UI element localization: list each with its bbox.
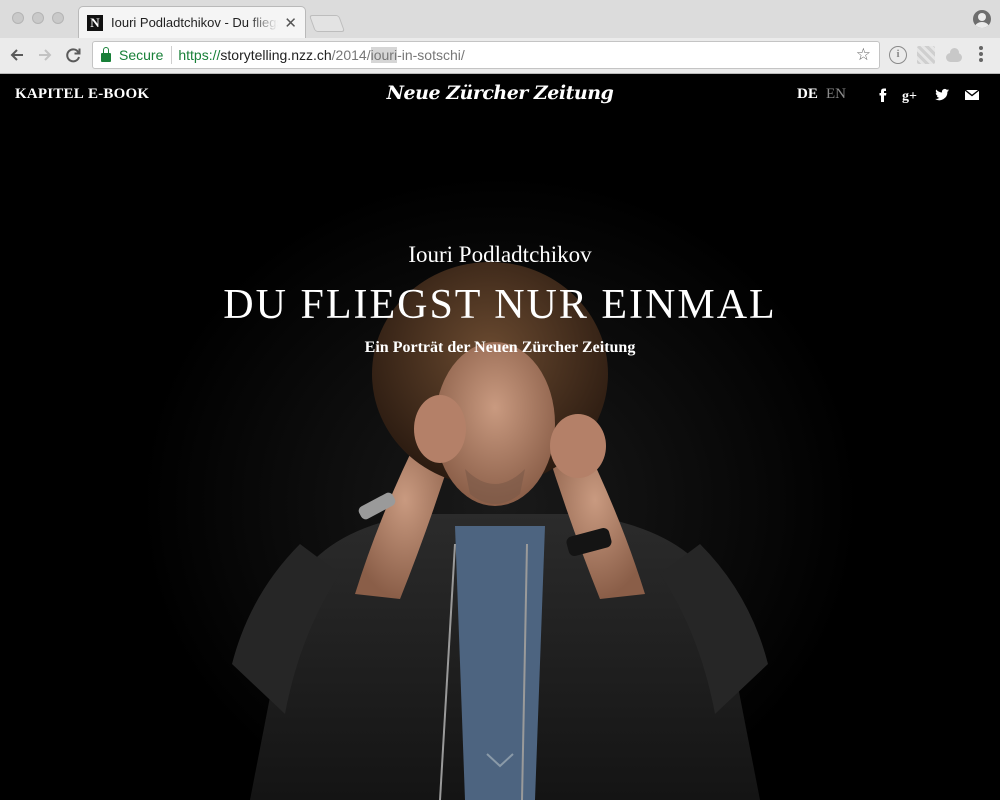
url-host: storytelling.nzz.ch <box>220 47 332 63</box>
secure-label: Secure <box>119 47 164 63</box>
cloud-icon[interactable] <box>945 46 963 64</box>
hero-headline: DU FLIEGST NUR EINMAL <box>223 282 777 328</box>
chevron-down-icon[interactable] <box>484 750 516 770</box>
tab-title: Iouri Podladtchikov - Du fliegst nur ein… <box>111 15 278 30</box>
reload-icon[interactable] <box>62 44 84 66</box>
google-plus-icon[interactable]: g+ <box>902 86 920 104</box>
back-arrow-icon[interactable] <box>6 44 28 66</box>
hero-subtitle: Ein Porträt der Neuen Zürcher Zeitung <box>364 339 636 356</box>
address-bar[interactable]: Secure https://storytelling.nzz.ch/2014/… <box>92 41 880 69</box>
url-path: /2014/ <box>331 47 371 63</box>
browser-tab-active[interactable]: N Iouri Podladtchikov - Du fliegst nur e… <box>78 6 306 38</box>
mail-icon[interactable] <box>963 86 981 104</box>
url-text[interactable]: https://storytelling.nzz.ch/2014/iouri-i… <box>178 47 465 63</box>
star-icon[interactable]: ☆ <box>856 45 871 65</box>
omnibox-separator <box>171 46 173 64</box>
url-path-rest: -in-sotschi/ <box>397 47 465 63</box>
menu-icon[interactable] <box>978 46 984 64</box>
hero-portrait-image <box>0 74 1000 800</box>
window-minimize-button[interactable] <box>32 12 44 24</box>
info-icon[interactable]: i <box>889 46 907 64</box>
window-close-button[interactable] <box>12 12 24 24</box>
window-zoom-button[interactable] <box>52 12 64 24</box>
profile-icon[interactable] <box>973 10 991 28</box>
lang-de-link[interactable]: DE <box>797 86 818 103</box>
url-path-highlight: iouri <box>370 47 398 63</box>
tab-strip: N Iouri Podladtchikov - Du fliegst nur e… <box>0 0 1000 38</box>
browser-chrome: N Iouri Podladtchikov - Du fliegst nur e… <box>0 0 1000 74</box>
lang-en-link[interactable]: EN <box>826 86 846 103</box>
facebook-icon[interactable] <box>874 86 892 104</box>
site-top-nav: KAPITEL E-BOOK Neue Zürcher Zeitung DE E… <box>0 74 1000 116</box>
nzz-masthead-logo[interactable]: Neue Zürcher Zeitung <box>0 82 1000 104</box>
hero-person-name: Iouri Podladtchikov <box>408 242 592 267</box>
twitter-icon[interactable] <box>933 86 951 104</box>
lock-icon <box>101 46 111 62</box>
svg-text:g+: g+ <box>902 89 917 104</box>
forward-arrow-icon[interactable] <box>34 44 56 66</box>
page-viewport: KAPITEL E-BOOK Neue Zürcher Zeitung DE E… <box>0 74 1000 800</box>
extension-icon[interactable] <box>917 46 935 64</box>
url-scheme: https:// <box>178 47 221 63</box>
tab-close-icon[interactable]: ✕ <box>284 14 297 32</box>
new-tab-button[interactable] <box>308 15 346 32</box>
nzz-favicon-icon: N <box>87 14 103 31</box>
